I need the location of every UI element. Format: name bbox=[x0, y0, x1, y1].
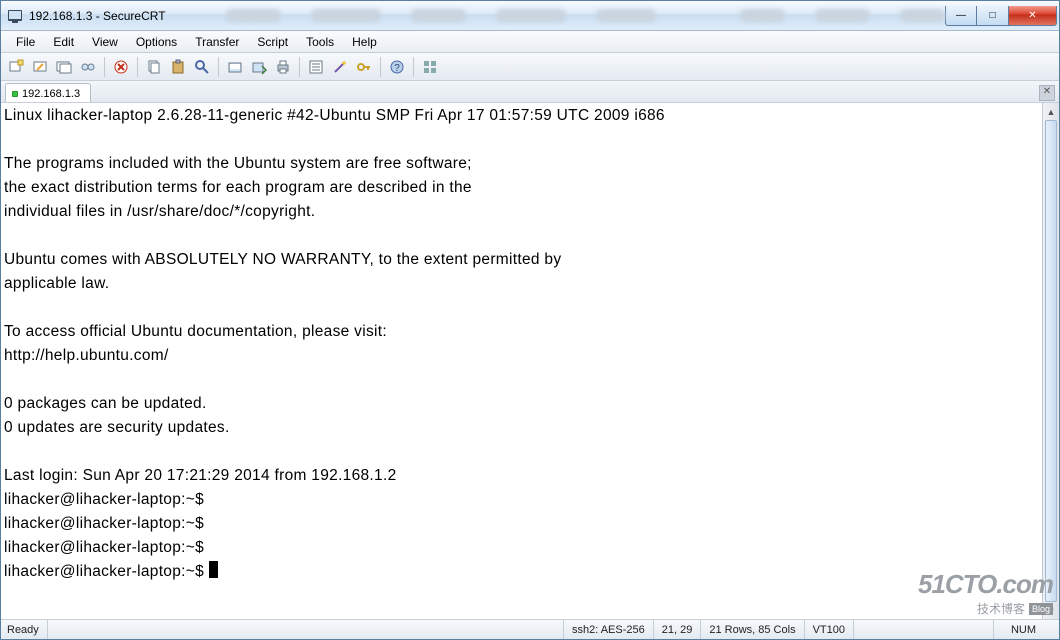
status-connection: ssh2: AES-256 bbox=[563, 620, 653, 639]
quick-connect-icon[interactable] bbox=[29, 56, 51, 78]
statusbar: Ready ssh2: AES-256 21, 29 21 Rows, 85 C… bbox=[1, 619, 1059, 639]
menu-tools[interactable]: Tools bbox=[297, 33, 343, 51]
session-tab-label: 192.168.1.3 bbox=[22, 88, 80, 100]
menu-script[interactable]: Script bbox=[248, 33, 297, 51]
toolbar-separator bbox=[104, 57, 105, 77]
menu-help[interactable]: Help bbox=[343, 33, 386, 51]
sessions-icon[interactable] bbox=[77, 56, 99, 78]
status-cursor-pos: 21, 29 bbox=[653, 620, 701, 639]
toolbar-separator bbox=[413, 57, 414, 77]
properties-icon[interactable] bbox=[305, 56, 327, 78]
help-icon[interactable]: ? bbox=[386, 56, 408, 78]
status-term-type: VT100 bbox=[804, 620, 853, 639]
find-icon[interactable] bbox=[191, 56, 213, 78]
session-tab[interactable]: 192.168.1.3 bbox=[5, 83, 91, 102]
menu-file[interactable]: File bbox=[7, 33, 44, 51]
terminal[interactable]: Linux lihacker-laptop 2.6.28-11-generic … bbox=[1, 103, 1042, 619]
toolbar: ? bbox=[1, 53, 1059, 81]
toolbar-separator bbox=[137, 57, 138, 77]
toolbar-separator bbox=[380, 57, 381, 77]
menubar: File Edit View Options Transfer Script T… bbox=[1, 31, 1059, 53]
app-window: 192.168.1.3 - SecureCRT — □ ✕ File Edit … bbox=[0, 0, 1060, 640]
menu-transfer[interactable]: Transfer bbox=[186, 33, 248, 51]
app-icon bbox=[7, 8, 23, 24]
session-tabs: 192.168.1.3 ✕ bbox=[1, 81, 1059, 103]
close-button[interactable]: ✕ bbox=[1009, 6, 1057, 26]
screen-to-file-icon[interactable] bbox=[248, 56, 270, 78]
menu-edit[interactable]: Edit bbox=[44, 33, 83, 51]
status-ready: Ready bbox=[7, 620, 47, 639]
status-empty bbox=[853, 620, 993, 639]
terminal-area: Linux lihacker-laptop 2.6.28-11-generic … bbox=[1, 103, 1059, 619]
toolbar-separator bbox=[218, 57, 219, 77]
grid-icon[interactable] bbox=[419, 56, 441, 78]
copy-icon[interactable] bbox=[143, 56, 165, 78]
paste-icon[interactable] bbox=[167, 56, 189, 78]
print-screen-icon[interactable] bbox=[224, 56, 246, 78]
vertical-scrollbar[interactable]: ▲ ▼ bbox=[1042, 103, 1059, 619]
status-spacer bbox=[47, 620, 563, 639]
menu-view[interactable]: View bbox=[83, 33, 127, 51]
status-numlock: NUM bbox=[993, 620, 1053, 639]
window-title: 192.168.1.3 - SecureCRT bbox=[29, 9, 166, 23]
titlebar[interactable]: 192.168.1.3 - SecureCRT — □ ✕ bbox=[1, 1, 1059, 31]
cursor-icon bbox=[209, 561, 218, 578]
maximize-button[interactable]: □ bbox=[977, 6, 1009, 26]
print-icon[interactable] bbox=[272, 56, 294, 78]
svg-text:?: ? bbox=[394, 63, 400, 74]
tab-close-button[interactable]: ✕ bbox=[1039, 85, 1055, 101]
status-dimensions: 21 Rows, 85 Cols bbox=[700, 620, 803, 639]
new-session-icon[interactable] bbox=[5, 56, 27, 78]
menu-options[interactable]: Options bbox=[127, 33, 186, 51]
session-led-icon bbox=[12, 91, 18, 97]
scroll-down-icon[interactable]: ▼ bbox=[1043, 602, 1059, 619]
disconnect-icon[interactable] bbox=[110, 56, 132, 78]
scroll-up-icon[interactable]: ▲ bbox=[1043, 103, 1059, 120]
key-icon[interactable] bbox=[353, 56, 375, 78]
scroll-thumb[interactable] bbox=[1045, 120, 1057, 602]
taskbar-blur bbox=[166, 9, 945, 22]
scroll-track[interactable] bbox=[1043, 120, 1059, 602]
wand-icon[interactable] bbox=[329, 56, 351, 78]
window-controls: — □ ✕ bbox=[945, 6, 1057, 26]
minimize-button[interactable]: — bbox=[945, 6, 977, 26]
connect-bar-icon[interactable] bbox=[53, 56, 75, 78]
toolbar-separator bbox=[299, 57, 300, 77]
